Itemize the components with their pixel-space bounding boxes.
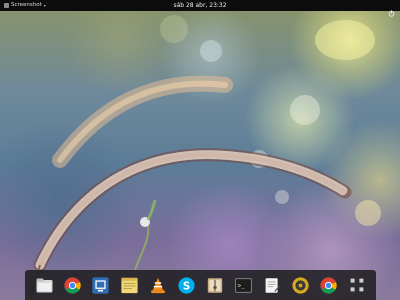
dock-item-chrome-alt[interactable] — [320, 276, 338, 294]
dock-item-chrome[interactable] — [63, 276, 81, 294]
svg-text:S: S — [183, 281, 190, 292]
active-app-menu[interactable]: Screenshot ▾ — [4, 1, 46, 10]
chevron-down-icon: ▾ — [43, 3, 46, 8]
dock-item-app-grid[interactable] — [348, 276, 366, 294]
desktop: Screenshot ▾ sáb 28 abr, 23:32 S >_ — [0, 0, 400, 300]
skype-icon: S — [178, 276, 195, 294]
grass-plumes — [29, 75, 352, 300]
chrome-icon — [64, 276, 81, 294]
notes-icon — [121, 277, 138, 293]
dock-item-notes[interactable] — [120, 276, 138, 294]
screen-viewer-icon — [92, 276, 109, 294]
dock-item-terminal[interactable]: >_ — [234, 276, 252, 294]
desktop-wallpaper — [0, 0, 400, 300]
top-bar: Screenshot ▾ sáb 28 abr, 23:32 — [0, 0, 400, 17]
dock-item-screen-viewer[interactable] — [92, 276, 110, 294]
dock-item-vlc[interactable] — [149, 276, 167, 294]
active-app-label: Screenshot — [11, 2, 42, 8]
text-editor-icon — [265, 277, 280, 293]
files-icon — [36, 278, 52, 292]
dock-item-skype[interactable]: S — [177, 276, 195, 294]
dock-item-archive-manager[interactable] — [206, 276, 224, 294]
rhythmbox-icon — [292, 276, 309, 294]
clock: sáb 28 abr, 23:32 — [0, 0, 400, 11]
dock: S >_ — [25, 270, 376, 300]
vlc-icon — [151, 277, 165, 293]
power-menu-icon[interactable] — [388, 2, 395, 17]
app-grid-icon — [350, 278, 364, 292]
archive-manager-icon — [207, 277, 222, 293]
dock-item-rhythmbox[interactable] — [291, 276, 309, 294]
dock-item-files[interactable] — [35, 276, 53, 294]
terminal-icon: >_ — [234, 277, 252, 293]
dock-item-text-editor[interactable] — [263, 276, 281, 294]
clock-label[interactable]: sáb 28 abr, 23:32 — [173, 2, 226, 9]
screenshot-app-icon — [4, 3, 9, 8]
chrome-alt-icon — [320, 276, 337, 294]
terminal-prompt: >_ — [237, 282, 245, 289]
